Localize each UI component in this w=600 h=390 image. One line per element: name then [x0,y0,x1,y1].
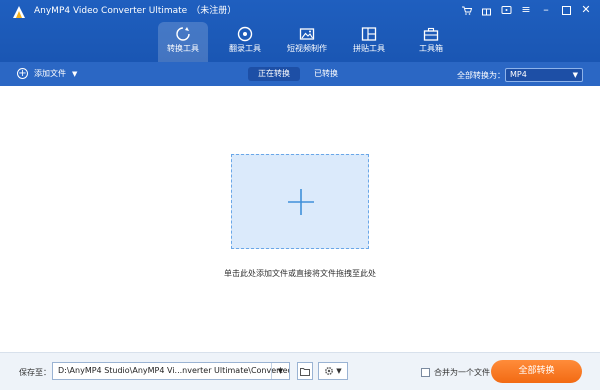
tool-label: 拼贴工具 [353,44,385,53]
save-to-label: 保存至： [19,368,51,377]
add-icon: + [17,68,28,79]
cart-icon[interactable] [460,4,472,16]
chevron-down-icon[interactable]: ▼ [271,363,289,379]
open-folder-button[interactable] [297,362,313,380]
convert-all-to-label: 全部转换为： [457,71,505,80]
conversion-tabs: 正在转换 已转换 [248,67,348,81]
checkbox-box[interactable] [421,368,430,377]
merge-checkbox[interactable]: 合并为一个文件 [421,367,490,378]
dropzone-hint: 单击此处添加文件或直接将文件拖拽至此处 [224,269,376,278]
maximize-icon[interactable] [560,4,572,16]
tab-toolbox[interactable]: 工具箱 [406,22,456,62]
disc-icon [237,26,253,42]
chat-icon[interactable] [500,4,512,16]
tool-label: 短视频制作 [287,44,327,53]
tool-label: 翻录工具 [229,44,261,53]
title-bar: AnyMP4 Video Converter Ultimate （未注册） ≡ –… [0,0,600,62]
plus-icon [288,189,314,215]
convert-icon [176,27,190,41]
minimize-icon[interactable]: – [540,4,552,16]
output-format-select[interactable]: MP4 ▼ [505,68,583,82]
close-icon[interactable]: ✕ [580,4,592,16]
collage-icon [361,27,377,41]
add-file-button[interactable]: + 添加文件 ▼ [17,68,77,79]
file-list-area: 单击此处添加文件或直接将文件拖拽至此处 [0,86,600,352]
tab-converted[interactable]: 已转换 [304,67,348,81]
chevron-down-icon[interactable]: ▼ [72,70,77,78]
output-path-value: D:\AnyMP4 Studio\AnyMP4 Vi...nverter Ult… [58,366,290,375]
menu-icon[interactable]: ≡ [520,4,532,16]
format-value: MP4 [510,70,527,79]
tab-converting[interactable]: 正在转换 [248,67,300,81]
sub-toolbar: + 添加文件 ▼ 正在转换 已转换 全部转换为： MP4 ▼ [0,62,600,86]
tab-short-video[interactable]: 短视频制作 [282,22,332,62]
folder-icon [300,367,310,376]
gift-icon[interactable] [480,4,492,16]
add-file-label: 添加文件 [34,69,66,78]
toolbox-icon [423,27,439,41]
gear-icon [325,367,334,375]
chevron-down-icon: ▼ [336,367,342,375]
window-controls: ≡ – ✕ [460,4,592,16]
chevron-down-icon: ▼ [572,71,578,79]
tab-rip-tool[interactable]: 翻录工具 [220,22,270,62]
app-title: AnyMP4 Video Converter Ultimate [34,6,188,16]
tool-label: 转换工具 [167,44,199,53]
settings-button[interactable]: ▼ [318,362,348,380]
main-toolbar: 转换工具 翻录工具 短视频制作 拼贴工具 工具箱 [158,22,468,62]
output-path-field[interactable]: D:\AnyMP4 Studio\AnyMP4 Vi...nverter Ult… [52,362,290,380]
tab-collage-tool[interactable]: 拼贴工具 [344,22,394,62]
merge-label: 合并为一个文件 [434,368,490,377]
tab-convert-tool[interactable]: 转换工具 [158,22,208,62]
image-icon [299,28,315,40]
window-title: AnyMP4 Video Converter Ultimate （未注册） [34,5,236,17]
registration-status: （未注册） [191,6,237,16]
bottom-bar: 保存至： D:\AnyMP4 Studio\AnyMP4 Vi...nverte… [0,352,600,390]
tool-label: 工具箱 [419,44,443,53]
app-logo [13,6,25,18]
add-file-dropzone[interactable] [231,154,369,249]
convert-all-button[interactable]: 全部转换 [491,360,582,383]
